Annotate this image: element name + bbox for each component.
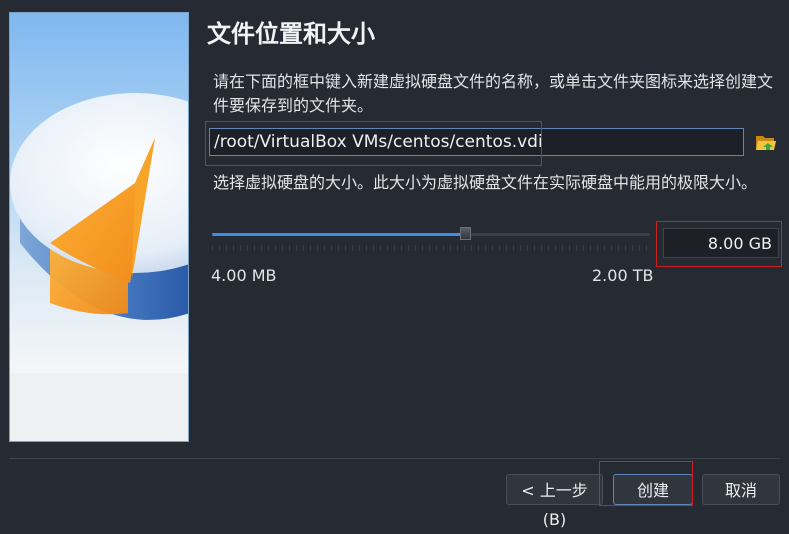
size-min-label: 4.00 MB [211,266,277,285]
cancel-button[interactable]: 取消 [702,474,780,505]
slider-handle[interactable] [460,227,472,240]
slider-ticks [212,245,650,251]
file-path-input[interactable] [209,128,744,156]
back-button[interactable]: < 上一步(B) [506,474,603,529]
wizard-illustration [9,12,189,442]
footer-separator [9,458,780,459]
slider-fill [212,233,467,236]
size-description: 选择虚拟硬盘的大小。此大小为虚拟硬盘文件在实际硬盘中能用的极限大小。 [213,173,758,192]
location-description: 请在下面的框中键入新建虚拟硬盘文件的名称，或单击文件夹图标来选择创建文件要保存到… [213,72,774,115]
create-button[interactable]: 创建 [613,474,693,505]
size-value-field[interactable]: 8.00 GB [663,228,779,258]
page-title: 文件位置和大小 [207,20,375,48]
size-slider[interactable] [212,226,650,242]
choose-folder-button[interactable] [754,130,778,154]
size-max-label: 2.00 TB [592,266,654,285]
folder-open-icon [756,136,776,150]
